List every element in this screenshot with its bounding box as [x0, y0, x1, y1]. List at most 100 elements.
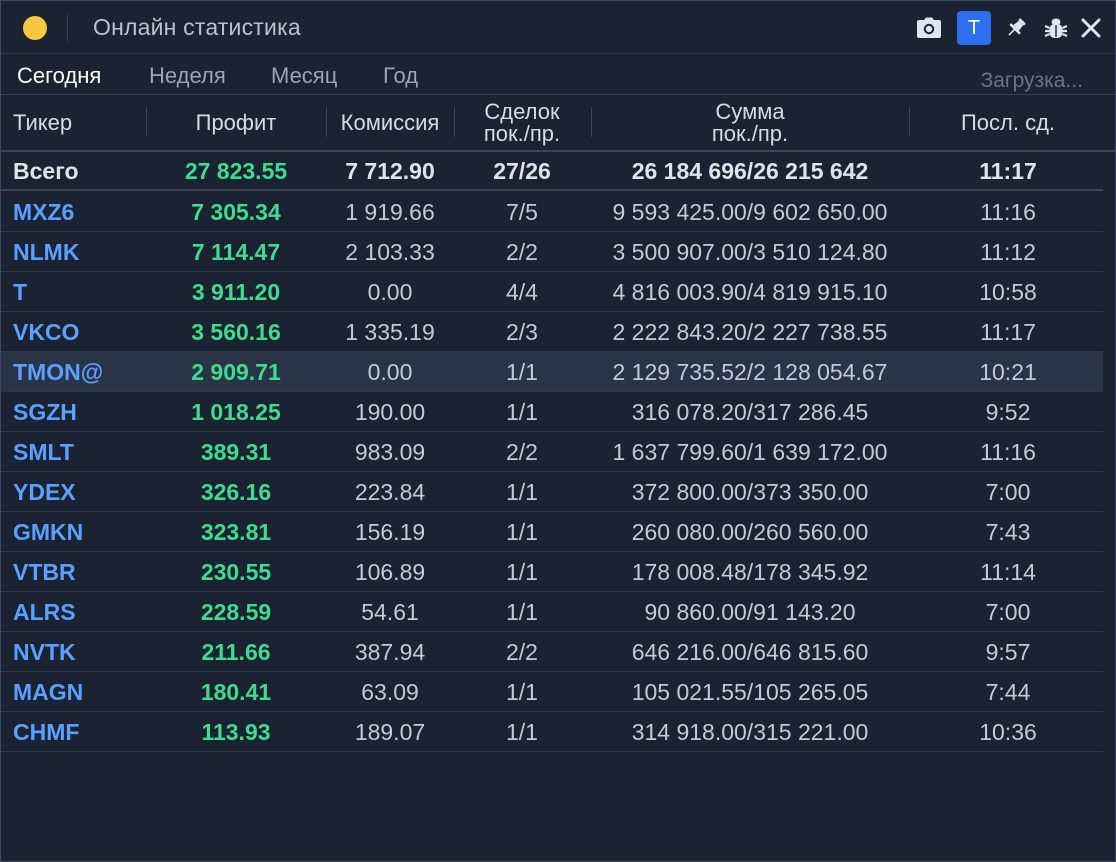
col-header-deals-line2: пок./пр. — [483, 121, 561, 146]
table-row[interactable]: SMLT 389.31 983.09 2/2 1 637 799.60/1 639 17… — [1, 432, 1103, 472]
t-toggle-button[interactable]: T — [957, 11, 991, 45]
row-last-deal: 10:36 — [979, 718, 1037, 745]
row-last-deal: 11:16 — [980, 198, 1036, 225]
table-row[interactable]: CHMF 113.93 189.07 1/1 314 918.00/315 221.00… — [1, 712, 1103, 752]
col-header-deals[interactable]: Сделок пок./пр. — [455, 95, 589, 151]
row-divider — [1, 751, 1103, 752]
row-deals: 1/1 — [506, 518, 538, 545]
row-deals: 1/1 — [506, 678, 538, 705]
row-profit: 1 018.25 — [191, 398, 281, 425]
row-ticker[interactable]: NLMK — [13, 232, 79, 272]
table-row[interactable]: NLMK 7 114.47 2 103.33 2/2 3 500 907.00/3 51… — [1, 232, 1103, 272]
row-ticker[interactable]: SGZH — [13, 392, 77, 432]
row-profit: 2 909.71 — [191, 358, 281, 385]
row-ticker[interactable]: SMLT — [13, 432, 74, 472]
tab-today[interactable]: Сегодня — [17, 63, 101, 89]
window-title: Онлайн статистика — [93, 14, 301, 40]
col-header-ticker[interactable]: Тикер — [13, 95, 143, 151]
row-commission: 0.00 — [367, 278, 413, 305]
close-icon[interactable] — [1074, 11, 1108, 45]
bug-icon[interactable] — [1039, 11, 1073, 45]
row-deals: 7/5 — [506, 198, 538, 225]
row-ticker[interactable]: NVTK — [13, 632, 76, 672]
row-sum: 4 816 003.90/4 819 915.10 — [612, 278, 888, 305]
row-ticker[interactable]: YDEX — [13, 472, 76, 512]
row-profit: 211.66 — [201, 638, 271, 665]
row-sum: 260 080.00/260 560.00 — [631, 518, 869, 545]
camera-icon[interactable] — [912, 11, 946, 45]
row-deals: 4/4 — [506, 278, 538, 305]
row-ticker[interactable]: MXZ6 — [13, 192, 74, 232]
row-ticker[interactable]: ALRS — [13, 592, 76, 632]
row-profit: 228.59 — [200, 598, 272, 625]
row-commission: 223.84 — [354, 478, 426, 505]
table-row[interactable]: MAGN 180.41 63.09 1/1 105 021.55/105 265.05 7… — [1, 672, 1103, 712]
row-sum: 646 216.00/646 815.60 — [631, 638, 869, 665]
row-ticker[interactable]: GMKN — [13, 512, 83, 552]
row-divider — [1, 189, 1103, 191]
col-header-sum[interactable]: Сумма пок./пр. — [592, 95, 908, 151]
row-deals: 1/1 — [506, 398, 538, 425]
row-last-deal: 11:12 — [980, 238, 1036, 265]
row-commission: 190.00 — [354, 398, 426, 425]
row-sum: 3 500 907.00/3 510 124.80 — [612, 238, 888, 265]
row-commission: 983.09 — [354, 438, 426, 465]
tab-week[interactable]: Неделя — [149, 63, 226, 89]
table-row[interactable]: VKCO 3 560.16 1 335.19 2/3 2 222 843.20/2 22… — [1, 312, 1103, 352]
row-commission: 1 335.19 — [345, 318, 435, 345]
table-row[interactable]: VTBR 230.55 106.89 1/1 178 008.48/178 345.92… — [1, 552, 1103, 592]
row-deals: 1/1 — [506, 358, 538, 385]
row-last-deal: 10:58 — [979, 278, 1037, 305]
row-profit: 389.31 — [200, 438, 272, 465]
col-header-profit[interactable]: Профит — [147, 95, 325, 151]
row-ticker[interactable]: T — [13, 272, 27, 312]
table-row[interactable]: NVTK 211.66 387.94 2/2 646 216.00/646 815.60… — [1, 632, 1103, 672]
row-profit: 326.16 — [200, 478, 272, 505]
table-row[interactable]: GMKN 323.81 156.19 1/1 260 080.00/260 560.00… — [1, 512, 1103, 552]
table-row[interactable]: TMON@ 2 909.71 0.00 1/1 2 129 735.52/2 128 0… — [1, 352, 1103, 392]
row-sum: 2 129 735.52/2 128 054.67 — [612, 358, 888, 385]
col-header-deals-line1: Сделок — [484, 99, 560, 124]
row-sum: 105 021.55/105 265.05 — [631, 678, 869, 705]
total-profit: 27 823.55 — [184, 157, 288, 184]
row-sum: 2 222 843.20/2 227 738.55 — [612, 318, 888, 345]
table-header: Тикер Профит Комиссия Сделок пок./пр. Су… — [1, 95, 1115, 151]
title-bar: Онлайн статистика T — [1, 1, 1115, 54]
row-deals: 2/2 — [506, 638, 538, 665]
col-header-last-deal[interactable]: Посл. сд. — [910, 95, 1106, 151]
table-row[interactable]: MXZ6 7 305.34 1 919.66 7/5 9 593 425.00/9 60… — [1, 192, 1103, 232]
tab-year[interactable]: Год — [383, 63, 418, 89]
total-commission: 7 712.90 — [345, 157, 435, 184]
row-sum: 316 078.20/317 286.45 — [631, 398, 869, 425]
row-profit: 113.93 — [201, 718, 271, 745]
row-ticker[interactable]: VTBR — [13, 552, 76, 592]
row-deals: 1/1 — [506, 718, 538, 745]
row-deals: 2/2 — [506, 238, 538, 265]
row-last-deal: 11:16 — [980, 438, 1036, 465]
col-header-commission[interactable]: Комиссия — [327, 95, 453, 151]
pin-icon[interactable] — [999, 11, 1033, 45]
table-row[interactable]: YDEX 326.16 223.84 1/1 372 800.00/373 350.00… — [1, 472, 1103, 512]
row-last-deal: 9:57 — [985, 638, 1031, 665]
table-row[interactable]: SGZH 1 018.25 190.00 1/1 316 078.20/317 286.… — [1, 392, 1103, 432]
row-last-deal: 7:44 — [985, 678, 1031, 705]
row-last-deal: 11:17 — [980, 318, 1036, 345]
row-ticker[interactable]: VKCO — [13, 312, 79, 352]
row-sum: 314 918.00/315 221.00 — [631, 718, 869, 745]
row-last-deal: 7:00 — [985, 478, 1031, 505]
row-profit: 3 560.16 — [191, 318, 281, 345]
col-header-sum-line2: пок./пр. — [711, 121, 789, 146]
loading-status: Загрузка... — [980, 69, 1083, 92]
title-divider — [67, 13, 68, 43]
row-last-deal: 10:21 — [979, 358, 1037, 385]
total-deals: 27/26 — [493, 157, 551, 184]
row-commission: 63.09 — [361, 678, 419, 705]
table-row[interactable]: ALRS 228.59 54.61 1/1 90 860.00/91 143.20 7:0… — [1, 592, 1103, 632]
row-ticker[interactable]: TMON@ — [13, 352, 103, 392]
row-sum: 1 637 799.60/1 639 172.00 — [612, 438, 888, 465]
row-ticker[interactable]: MAGN — [13, 672, 83, 712]
table-row[interactable]: T 3 911.20 0.00 4/4 4 816 003.90/4 819 915.1… — [1, 272, 1103, 312]
row-commission: 156.19 — [354, 518, 426, 545]
tab-month[interactable]: Месяц — [271, 63, 337, 89]
row-ticker[interactable]: CHMF — [13, 712, 79, 752]
